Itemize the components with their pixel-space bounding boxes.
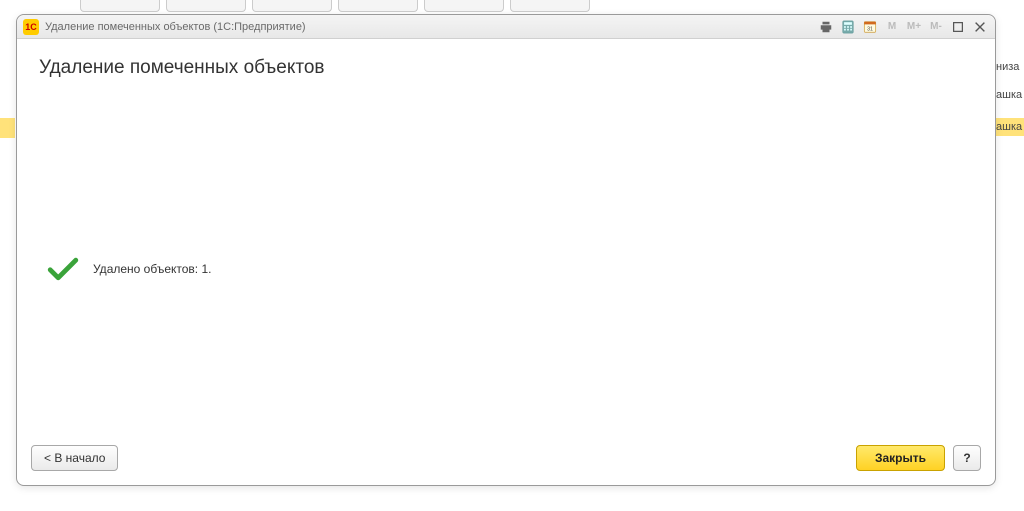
help-button[interactable]: ? [953,445,981,471]
dialog-window: 1C Удаление помеченных объектов (1С:Пред… [16,14,996,486]
window-title: Удаление помеченных объектов (1С:Предпри… [45,21,306,33]
close-button[interactable]: Закрыть [856,445,945,471]
bg-side-text: ашка [996,118,1024,136]
background-tab [166,0,246,12]
back-button[interactable]: < В начало [31,445,118,471]
background-tab [80,0,160,12]
bg-side-text: ашка [996,86,1024,104]
success-check-icon [47,257,79,281]
status-text: Удалено объектов: 1. [93,262,211,276]
app-1c-icon: 1C [23,19,39,35]
memory-m-minus-button[interactable]: M- [927,18,945,36]
background-tab [510,0,590,12]
content-area: Удаление помеченных объектов Удалено объ… [17,39,995,435]
background-side-panel: низа ашка ашка [996,0,1024,511]
page-title: Удаление помеченных объектов [39,57,973,79]
calculator-icon[interactable] [839,18,857,36]
maximize-icon[interactable] [949,18,967,36]
bg-side-text: низа [996,58,1024,76]
background-tab [252,0,332,12]
footer: < В начало Закрыть ? [17,435,995,485]
print-icon[interactable] [817,18,835,36]
memory-m-plus-button[interactable]: M+ [905,18,923,36]
svg-text:31: 31 [867,26,873,32]
titlebar: 1C Удаление помеченных объектов (1С:Пред… [17,15,995,39]
background-tab [424,0,504,12]
status-row: Удалено объектов: 1. [47,257,211,281]
titlebar-buttons: 31 M M+ M- [817,18,989,36]
background-tabs [0,0,1024,14]
background-tab [338,0,418,12]
background-highlight [0,118,15,138]
memory-m-button[interactable]: M [883,18,901,36]
close-icon[interactable] [971,18,989,36]
calendar-icon[interactable]: 31 [861,18,879,36]
